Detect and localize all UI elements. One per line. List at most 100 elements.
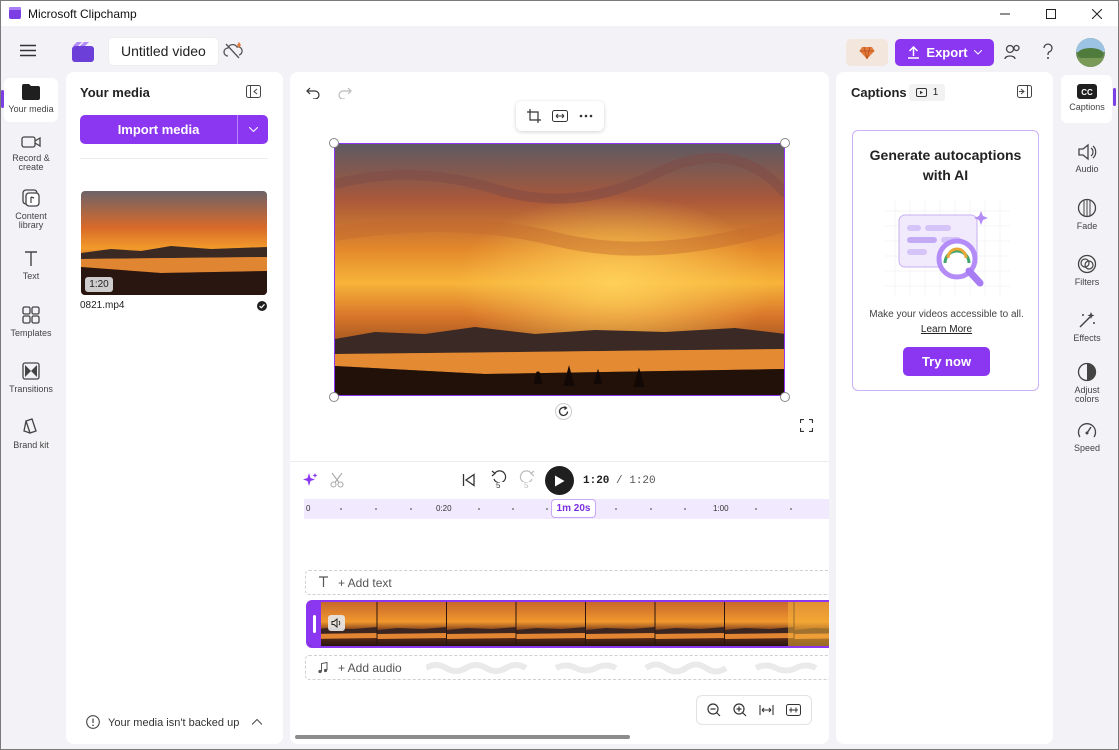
undo-icon[interactable] [306,86,320,99]
clip-trim-handle-left[interactable] [308,602,321,646]
resize-handle-bottom-right[interactable] [780,392,790,402]
rotate-icon[interactable] [555,403,572,420]
right-rail-effects[interactable]: Effects [1062,310,1112,343]
media-thumbnail[interactable]: 1:20 [81,191,267,295]
chevron-up-icon[interactable] [252,719,262,725]
sidebar-item-transitions[interactable]: Transitions [4,361,58,394]
sidebar-item-templates[interactable]: Templates [4,305,58,338]
help-icon[interactable] [1042,43,1054,60]
clipchamp-logo-icon [8,6,22,20]
video-clip[interactable] [306,600,829,648]
music-note-icon [318,662,328,674]
skip-to-start-icon[interactable] [462,473,476,487]
import-dropdown-button[interactable] [238,115,268,144]
more-options-icon[interactable] [579,114,593,118]
project-name-field[interactable]: Untitled video [109,38,218,65]
resize-handle-top-left[interactable] [329,138,339,148]
zoom-in-icon[interactable] [733,703,747,717]
play-button[interactable] [545,466,574,495]
forward-seconds: 5 [524,481,529,490]
share-people-icon[interactable] [1004,43,1022,61]
right-rail-adjust-colors[interactable]: Adjust colors [1062,362,1112,404]
resize-handle-bottom-left[interactable] [329,392,339,402]
right-rail-label: Effects [1073,333,1101,343]
ai-sparkle-icon[interactable] [302,472,318,488]
export-label: Export [926,45,968,60]
maximize-button[interactable] [1028,1,1074,27]
minimize-button[interactable] [982,1,1028,27]
fit-icon[interactable] [551,110,568,122]
sidebar-item-content-library[interactable]: Content library [4,188,58,230]
text-icon [318,576,329,588]
effects-icon [1079,312,1095,328]
right-rail-label: Captions [1069,102,1105,112]
right-rail-label: Adjust colors [1074,385,1100,404]
forward-5-icon[interactable]: 5 [519,470,537,492]
export-button[interactable]: Export [895,39,994,66]
fit-timeline-icon[interactable] [759,704,774,716]
learn-more-link[interactable]: Learn More [859,324,1034,335]
transitions-icon [22,362,40,380]
close-window-button[interactable] [1074,1,1119,27]
cloud-sync-off-icon[interactable] [223,41,245,61]
ruler-tick [375,508,377,510]
hamburger-menu-icon[interactable] [20,44,36,57]
sidebar-item-brand-kit[interactable]: Brand kit [4,417,58,450]
ruler-tick [790,508,792,510]
video-preview[interactable] [334,143,785,396]
clipchamp-app-icon [71,41,95,63]
sidebar-item-your-media[interactable]: Your media [1,78,58,122]
ruler-tick [478,508,480,510]
sidebar-item-label: Text [22,271,40,281]
editor-panel: 5 5 1:20 / 1:20 0 0:20 1:00 1m 20s + Add… [290,72,829,744]
horizontal-scrollbar[interactable] [295,735,630,739]
fullscreen-icon[interactable] [800,419,813,432]
split-scissors-icon[interactable] [330,472,344,488]
sidebar-item-text[interactable]: Text [4,250,58,281]
audio-waveform-placeholder [426,661,818,675]
right-rail-fade[interactable]: Fade [1062,198,1112,231]
right-rail-label: Filters [1074,277,1100,287]
right-rail-filters[interactable]: Filters [1062,254,1112,287]
right-rail-speed[interactable]: Speed [1062,422,1112,453]
autocaptions-title: Generate autocaptions with AI [869,147,1022,183]
play-icon [555,475,565,486]
rewind-5-icon[interactable]: 5 [491,470,509,492]
ruler-tick [340,508,342,510]
ruler-label: 0 [306,504,311,513]
preview-toolbar [516,101,604,131]
collapse-panel-icon[interactable] [246,85,261,98]
clip-volume-icon[interactable] [328,615,345,631]
caption-count-badge: 1 [909,84,945,101]
adjust-colors-icon [1077,362,1097,382]
timeline-view-icon[interactable] [786,704,801,716]
duration-badge: 1:20 [85,277,113,292]
fade-icon [1077,198,1097,218]
checkmark-icon [257,301,267,311]
try-now-button[interactable]: Try now [903,347,990,376]
right-rail-captions[interactable]: CC Captions [1062,84,1112,112]
speed-icon [1077,423,1097,438]
redo-icon[interactable] [338,86,352,99]
audio-track[interactable]: + Add audio [305,655,829,680]
avatar[interactable] [1076,38,1105,67]
divider [80,158,268,159]
premium-button[interactable] [846,39,888,66]
right-rail-audio[interactable]: Audio [1062,143,1112,174]
add-text-label: + Add text [338,576,392,590]
title-bar: Microsoft Clipchamp [0,0,1119,26]
ruler-label: 0:20 [436,504,452,513]
playhead-label[interactable]: 1m 20s [551,499,596,518]
import-media-button[interactable]: Import media [80,115,268,144]
zoom-out-icon[interactable] [707,703,721,717]
collapse-panel-right-icon[interactable] [1017,85,1032,98]
sidebar-item-record-create[interactable]: Record & create [4,134,58,172]
crop-icon[interactable] [527,109,542,123]
active-indicator [1,90,4,108]
sidebar-item-label: Transitions [9,384,53,394]
resize-handle-top-right[interactable] [780,138,790,148]
captions-panel: Captions 1 Generate autocaptions with AI [836,72,1053,744]
text-track[interactable]: + Add text [305,570,829,595]
caption-count: 1 [932,87,939,98]
warning-info-icon [86,715,100,729]
